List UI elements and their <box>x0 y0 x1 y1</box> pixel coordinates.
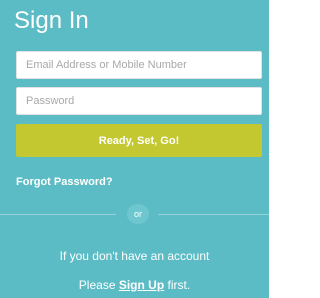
no-account-text: If you don't have an account <box>59 249 210 263</box>
signup-prefix: Please <box>78 278 116 292</box>
sign-up-link[interactable]: Sign Up <box>119 278 164 292</box>
sign-in-button[interactable]: Ready, Set, Go! <box>16 124 262 157</box>
signup-prompt: Please Sign Up first. <box>0 278 269 292</box>
signup-suffix: first. <box>167 278 191 292</box>
forgot-password-link[interactable]: Forgot Password? <box>16 175 113 189</box>
or-separator: or <box>127 204 149 224</box>
divider-right <box>158 214 269 215</box>
divider-left <box>0 214 116 215</box>
page-title: Sign In <box>14 7 89 34</box>
password-field[interactable] <box>16 87 262 115</box>
sign-in-panel: Sign In Ready, Set, Go! Forgot Password?… <box>0 0 269 298</box>
email-field[interactable] <box>16 51 262 79</box>
